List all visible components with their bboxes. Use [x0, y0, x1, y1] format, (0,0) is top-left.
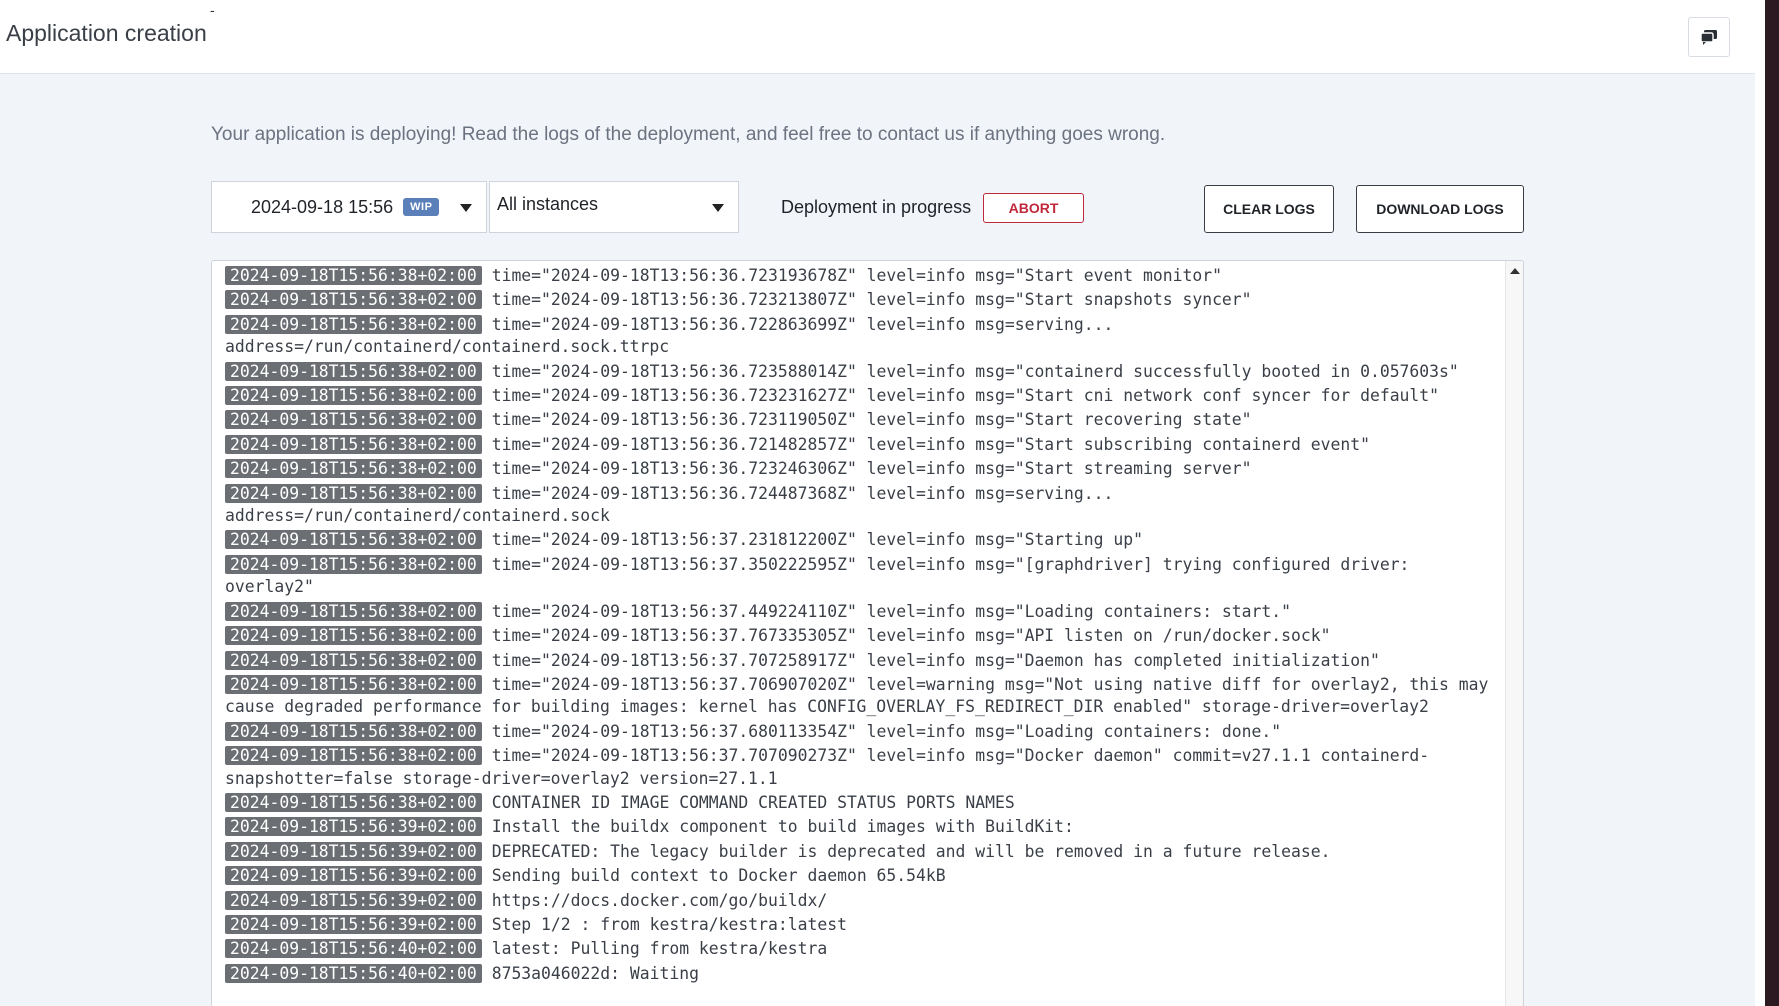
- log-line: 2024-09-18T15:56:39+02:00 Step 1/2 : from…: [225, 914, 1505, 936]
- title-mark: -: [210, 2, 215, 18]
- log-line: 2024-09-18T15:56:38+02:00 CONTAINER ID IM…: [225, 792, 1505, 814]
- log-line: 2024-09-18T15:56:38+02:00 time="2024-09-1…: [225, 625, 1505, 647]
- log-message: 8753a046022d: Waiting: [491, 963, 699, 983]
- scroll-up-icon[interactable]: [1510, 268, 1520, 274]
- instances-select-value: All instances: [497, 193, 599, 214]
- log-line: 2024-09-18T15:56:38+02:00 time="2024-09-1…: [225, 385, 1505, 407]
- log-timestamp: 2024-09-18T15:56:38+02:00: [225, 361, 482, 381]
- deployment-version-select[interactable]: 2024-09-18 15:56 WIP: [211, 181, 487, 233]
- log-line: 2024-09-18T15:56:38+02:00 time="2024-09-1…: [225, 601, 1505, 623]
- log-timestamp: 2024-09-18T15:56:39+02:00: [225, 890, 482, 910]
- log-timestamp: 2024-09-18T15:56:38+02:00: [225, 626, 482, 646]
- log-line: 2024-09-18T15:56:39+02:00 DEPRECATED: The…: [225, 841, 1505, 863]
- log-message: CONTAINER ID IMAGE COMMAND CREATED STATU…: [491, 792, 1015, 812]
- log-timestamp: 2024-09-18T15:56:38+02:00: [225, 674, 482, 694]
- log-timestamp: 2024-09-18T15:56:38+02:00: [225, 410, 482, 430]
- log-timestamp: 2024-09-18T15:56:39+02:00: [225, 817, 482, 837]
- log-timestamp: 2024-09-18T15:56:40+02:00: [225, 963, 482, 983]
- log-message: time="2024-09-18T13:56:37.449224110Z" le…: [491, 601, 1292, 621]
- log-message: Install the buildx component to build im…: [491, 817, 1074, 837]
- log-timestamp: 2024-09-18T15:56:38+02:00: [225, 601, 482, 621]
- log-timestamp: 2024-09-18T15:56:39+02:00: [225, 866, 482, 886]
- log-message: time="2024-09-18T13:56:36.723193678Z" le…: [491, 266, 1222, 285]
- log-line: 2024-09-18T15:56:38+02:00 time="2024-09-1…: [225, 674, 1505, 719]
- deployment-version-value: 2024-09-18 15:56: [251, 196, 394, 217]
- log-line: 2024-09-18T15:56:39+02:00 Install the bui…: [225, 816, 1505, 838]
- log-line: 2024-09-18T15:56:38+02:00 time="2024-09-1…: [225, 483, 1505, 528]
- page-title: Application creation: [6, 20, 207, 46]
- deployment-log-panel[interactable]: 2024-09-18T15:56:38+02:00 time="2024-09-1…: [211, 260, 1524, 1006]
- log-message: time="2024-09-18T13:56:36.721482857Z" le…: [491, 434, 1370, 454]
- log-line: 2024-09-18T15:56:40+02:00 latest: Pulling…: [225, 938, 1505, 960]
- log-message: time="2024-09-18T13:56:36.723588014Z" le…: [491, 361, 1459, 381]
- log-timestamp: 2024-09-18T15:56:39+02:00: [225, 914, 482, 934]
- log-timestamp: 2024-09-18T15:56:38+02:00: [225, 459, 482, 479]
- log-line: 2024-09-18T15:56:38+02:00 time="2024-09-1…: [225, 265, 1505, 287]
- log-message: time="2024-09-18T13:56:37.231812200Z" le…: [491, 530, 1143, 550]
- log-message: time="2024-09-18T13:56:37.767335305Z" le…: [491, 626, 1331, 646]
- log-timestamp: 2024-09-18T15:56:38+02:00: [225, 290, 482, 310]
- abort-button[interactable]: ABORT: [983, 193, 1084, 223]
- log-line: 2024-09-18T15:56:38+02:00 time="2024-09-1…: [225, 529, 1505, 551]
- log-timestamp: 2024-09-18T15:56:38+02:00: [225, 530, 482, 550]
- log-line: 2024-09-18T15:56:38+02:00 time="2024-09-1…: [225, 554, 1505, 599]
- log-line: 2024-09-18T15:56:38+02:00 time="2024-09-1…: [225, 434, 1505, 456]
- log-line: 2024-09-18T15:56:38+02:00 time="2024-09-1…: [225, 721, 1505, 743]
- log-timestamp: 2024-09-18T15:56:38+02:00: [225, 746, 482, 766]
- log-line: 2024-09-18T15:56:38+02:00 time="2024-09-1…: [225, 650, 1505, 672]
- log-timestamp: 2024-09-18T15:56:38+02:00: [225, 554, 482, 574]
- log-line: 2024-09-18T15:56:38+02:00 time="2024-09-1…: [225, 361, 1505, 383]
- log-timestamp: 2024-09-18T15:56:40+02:00: [225, 939, 482, 959]
- log-timestamp: 2024-09-18T15:56:38+02:00: [225, 434, 482, 454]
- log-message: time="2024-09-18T13:56:37.680113354Z" le…: [491, 721, 1282, 741]
- chat-button[interactable]: [1688, 17, 1730, 57]
- log-timestamp: 2024-09-18T15:56:38+02:00: [225, 650, 482, 670]
- log-line: 2024-09-18T15:56:40+02:00 8753a046022d: W…: [225, 963, 1505, 985]
- log-message: time="2024-09-18T13:56:36.723246306Z" le…: [491, 459, 1252, 479]
- instances-select[interactable]: All instances: [489, 181, 739, 233]
- page-scrollbar[interactable]: [1755, 0, 1779, 1006]
- chevron-down-icon: [460, 204, 472, 212]
- log-timestamp: 2024-09-18T15:56:38+02:00: [225, 792, 482, 812]
- log-message: time="2024-09-18T13:56:36.723119050Z" le…: [491, 410, 1252, 430]
- log-line: 2024-09-18T15:56:38+02:00 time="2024-09-1…: [225, 745, 1505, 790]
- download-logs-button[interactable]: DOWNLOAD LOGS: [1356, 185, 1524, 233]
- log-timestamp: 2024-09-18T15:56:39+02:00: [225, 841, 482, 861]
- log-message: Sending build context to Docker daemon 6…: [491, 866, 946, 886]
- log-message: time="2024-09-18T13:56:36.723213807Z" le…: [491, 290, 1252, 310]
- log-line: 2024-09-18T15:56:39+02:00 https://docs.do…: [225, 890, 1505, 912]
- app-root: Application creation - Your application …: [0, 0, 1755, 1006]
- log-scrollbar[interactable]: [1505, 261, 1523, 1006]
- log-line: 2024-09-18T15:56:38+02:00 time="2024-09-1…: [225, 289, 1505, 311]
- chevron-down-icon: [712, 204, 724, 212]
- log-message: Step 1/2 : from kestra/kestra:latest: [491, 914, 847, 934]
- chat-icon: [1700, 30, 1717, 45]
- page-scrollbar-thumb[interactable]: [1765, 0, 1779, 1006]
- log-timestamp: 2024-09-18T15:56:38+02:00: [225, 483, 482, 503]
- log-timestamp: 2024-09-18T15:56:38+02:00: [225, 386, 482, 406]
- log-line: 2024-09-18T15:56:38+02:00 time="2024-09-1…: [225, 409, 1505, 431]
- log-timestamp: 2024-09-18T15:56:38+02:00: [225, 314, 482, 334]
- log-lines: 2024-09-18T15:56:38+02:00 time="2024-09-1…: [225, 265, 1505, 987]
- deployment-status-text: Deployment in progress: [781, 197, 972, 217]
- log-message: DEPRECATED: The legacy builder is deprec…: [491, 841, 1331, 861]
- clear-logs-button[interactable]: CLEAR LOGS: [1204, 185, 1334, 233]
- wip-badge: WIP: [403, 198, 440, 216]
- log-message: time="2024-09-18T13:56:37.707258917Z" le…: [491, 650, 1380, 670]
- log-line: 2024-09-18T15:56:38+02:00 time="2024-09-1…: [225, 314, 1505, 359]
- top-header: Application creation -: [0, 0, 1755, 74]
- log-message: latest: Pulling from kestra/kestra: [491, 939, 828, 959]
- log-line: 2024-09-18T15:56:38+02:00 time="2024-09-1…: [225, 458, 1505, 480]
- log-line: 2024-09-18T15:56:39+02:00 Sending build c…: [225, 865, 1505, 887]
- log-message: time="2024-09-18T13:56:36.723231627Z" le…: [491, 386, 1440, 406]
- log-message: https://docs.docker.com/go/buildx/: [491, 890, 828, 910]
- log-timestamp: 2024-09-18T15:56:38+02:00: [225, 721, 482, 741]
- deployment-intro-text: Your application is deploying! Read the …: [211, 124, 1166, 145]
- log-timestamp: 2024-09-18T15:56:38+02:00: [225, 266, 482, 285]
